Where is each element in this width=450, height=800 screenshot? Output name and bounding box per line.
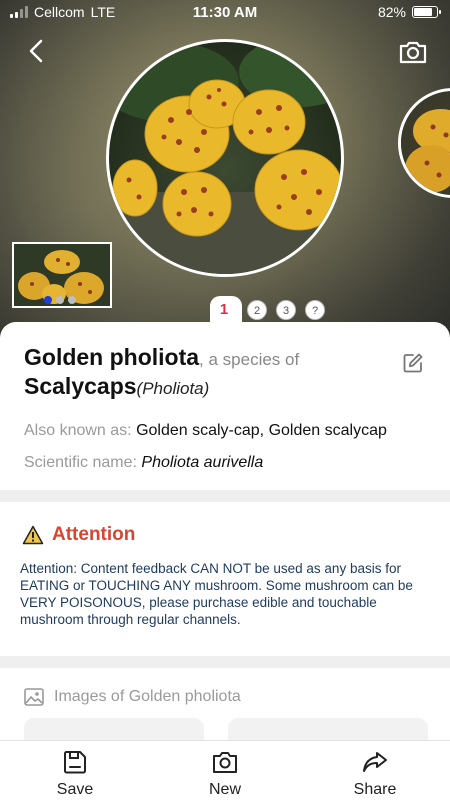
status-right: 82% <box>377 4 441 20</box>
save-label: Save <box>56 781 94 798</box>
dot-indicator <box>68 296 76 304</box>
scientific-value: Pholiota aurivella <box>141 454 264 471</box>
new-label: New <box>208 781 241 798</box>
section-divider <box>0 656 450 668</box>
pager-tab-3[interactable]: 3 <box>276 300 296 320</box>
dot-indicator <box>56 296 64 304</box>
dot-indicator <box>44 296 52 304</box>
scientific-row: Scientific name: Pholiota aurivella <box>24 454 263 472</box>
back-icon[interactable] <box>22 36 52 66</box>
save-button[interactable]: Save <box>30 749 120 799</box>
images-section-header: Images of Golden pholiota <box>24 688 241 706</box>
camera-new-icon <box>213 752 237 773</box>
genus-line: Scalycaps(Pholiota) <box>24 373 384 400</box>
common-name: Golden pholiota <box>24 344 200 370</box>
scientific-value-wrap: Pholiota aurivella <box>141 454 263 471</box>
species-of-text: , a species of <box>199 350 300 369</box>
species-name-block: Golden pholiota, a species of Scalycaps(… <box>24 344 384 400</box>
mushroom-illustration-small <box>401 91 450 195</box>
main-mushroom-photo[interactable] <box>106 39 344 277</box>
pager-tab-unknown[interactable]: ? <box>305 300 325 320</box>
attention-text: Attention: Content feedback CAN NOT be u… <box>20 561 413 627</box>
result-pager: 1 2 3 ? <box>214 300 325 320</box>
share-icon <box>363 752 387 772</box>
share-button[interactable]: Share <box>330 749 420 799</box>
bottom-tab-bar: Save New Share <box>0 740 450 800</box>
species-title: Golden pholiota, a species of <box>24 344 384 371</box>
attention-header: Attention <box>22 524 135 546</box>
warning-icon <box>22 525 44 545</box>
genus-name: Scalycaps <box>24 373 137 399</box>
aka-row: Also known as: Golden scaly-cap, Golden … <box>24 422 387 440</box>
section-divider <box>0 490 450 502</box>
mushroom-illustration <box>109 42 341 274</box>
save-icon <box>64 751 86 774</box>
genus-latin: (Pholiota) <box>136 379 210 398</box>
images-section-title: Images of Golden pholiota <box>54 688 241 705</box>
aka-value: Golden scaly-cap, Golden scalycap <box>136 422 387 439</box>
image-icon <box>24 688 44 706</box>
share-label: Share <box>353 781 397 798</box>
status-bar: Cellcom LTE 11:30 AM 82% <box>0 0 450 26</box>
thumbnail-dots <box>44 296 76 304</box>
next-mushroom-photo[interactable] <box>398 88 450 198</box>
edit-icon[interactable] <box>402 352 424 374</box>
attention-title: Attention <box>52 524 136 545</box>
pager-tab-2[interactable]: 2 <box>247 300 267 320</box>
hero-photo-area: Cellcom LTE 11:30 AM 82% <box>0 0 450 345</box>
aka-label: Also known as: <box>24 422 132 439</box>
pager-tab-1[interactable]: 1 <box>214 300 234 320</box>
camera-icon[interactable] <box>398 38 428 66</box>
battery-percent: 82% <box>377 4 406 20</box>
battery-icon <box>412 6 441 18</box>
scientific-label: Scientific name: <box>24 454 137 471</box>
new-button[interactable]: New <box>180 749 270 799</box>
